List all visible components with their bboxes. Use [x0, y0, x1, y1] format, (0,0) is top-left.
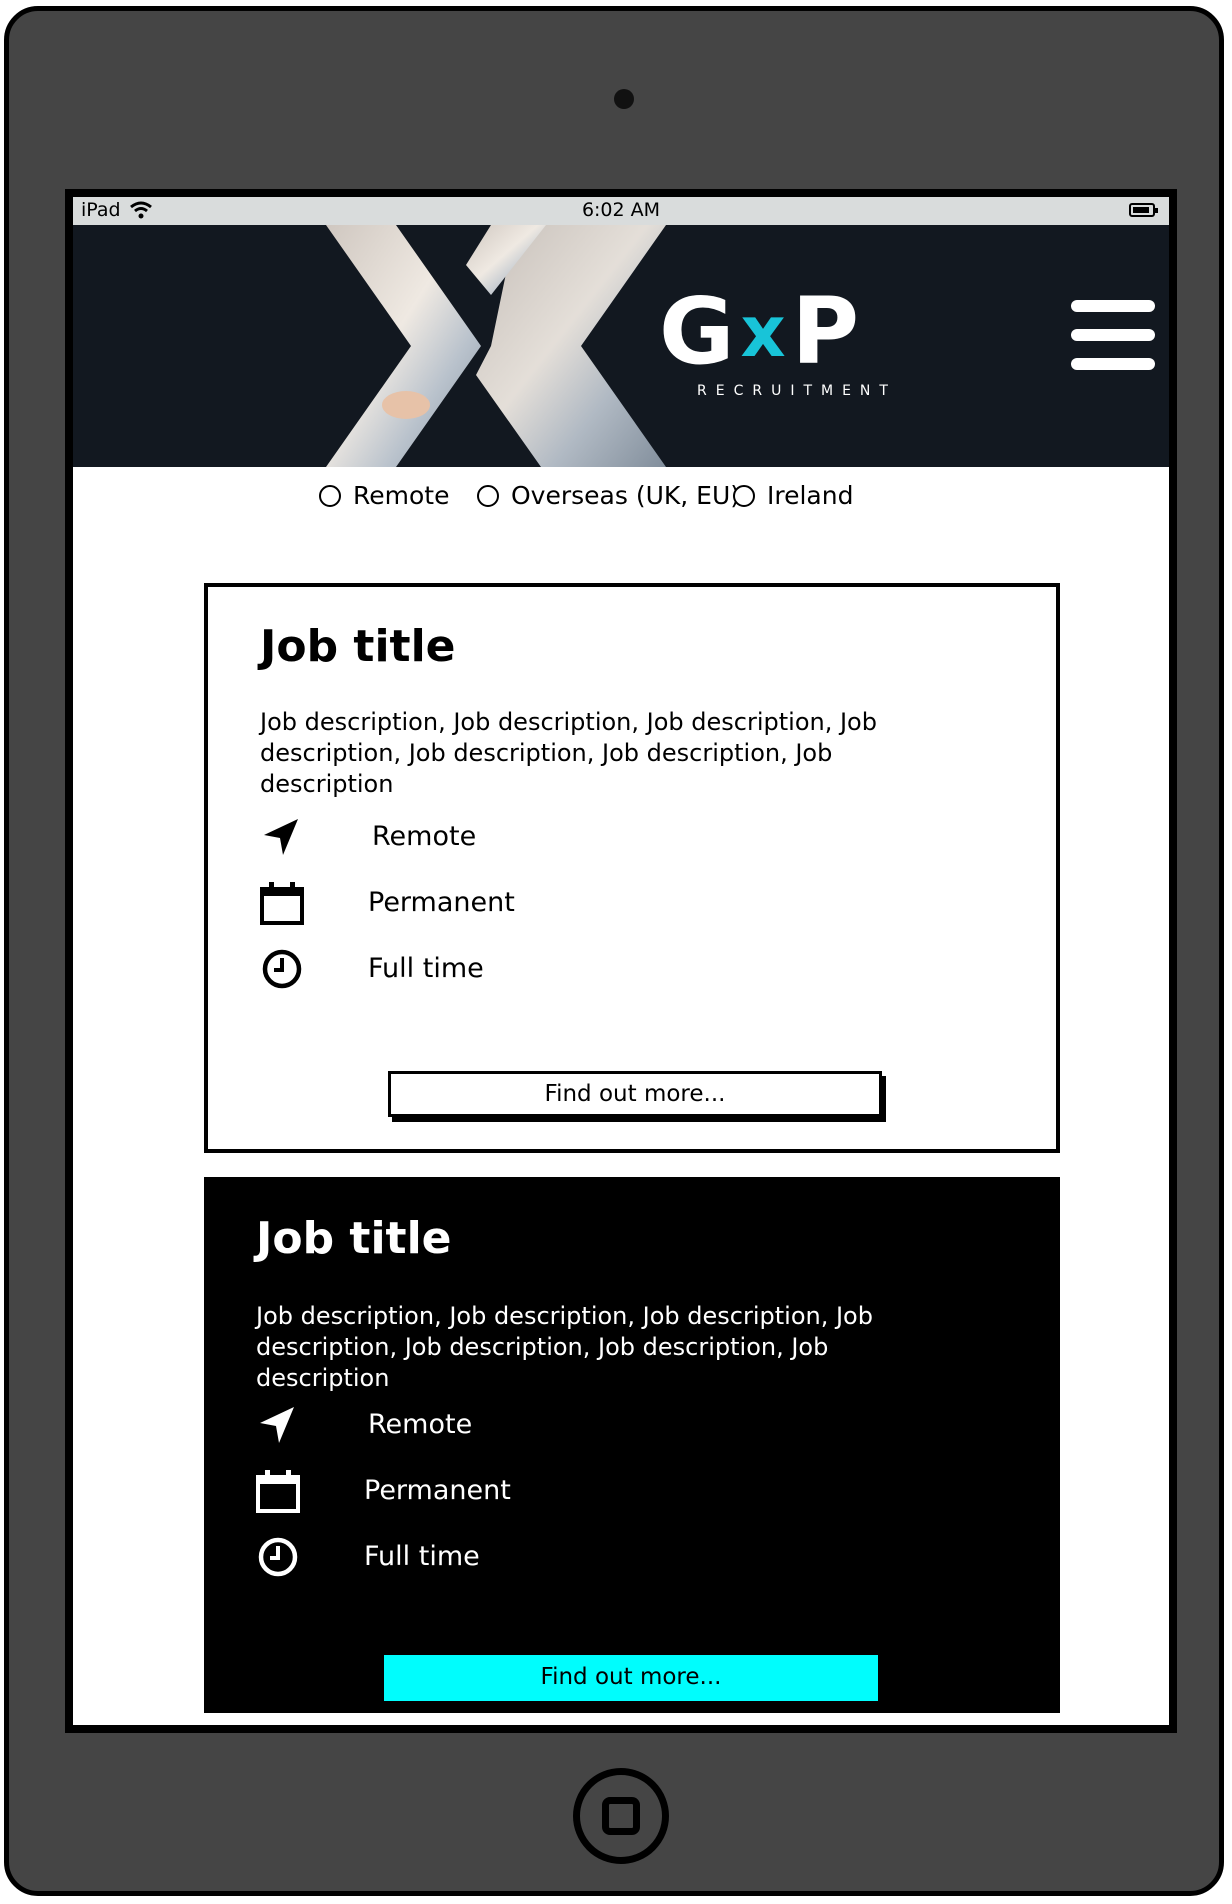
hours-label: Full time: [368, 953, 484, 984]
filter-overseas[interactable]: Overseas (UK, EU): [477, 481, 740, 510]
camera: [614, 89, 634, 109]
job-contract: Permanent: [258, 879, 758, 929]
contract-label: Permanent: [368, 887, 515, 918]
location-arrow-icon: [260, 1407, 294, 1443]
filter-label: Overseas (UK, EU): [511, 481, 741, 510]
radio-remote[interactable]: [319, 484, 341, 507]
hero-photo-x-shape: [326, 225, 666, 467]
contract-label: Permanent: [364, 1475, 511, 1506]
filter-label: Ireland: [767, 481, 854, 510]
clock-icon: [262, 949, 302, 989]
location-filters: Remote Overseas (UK, EU) Ireland: [73, 465, 1169, 525]
filter-ireland[interactable]: Ireland: [733, 481, 853, 510]
ipad-frame: iPad 6:02 AM G x P RECRUITMENT Remote Ov…: [4, 6, 1224, 1896]
radio-ireland[interactable]: [733, 484, 755, 507]
logo-subtitle: RECRUITMENT: [697, 383, 897, 399]
job-contract: Permanent: [254, 1467, 754, 1517]
job-location: Remote: [258, 813, 758, 863]
filter-label: Remote: [353, 481, 450, 510]
location-arrow-icon: [264, 819, 298, 855]
job-card: Job title Job description, Job descripti…: [204, 583, 1060, 1153]
logo-letter-g: G: [659, 278, 737, 385]
find-out-more-button[interactable]: Find out more...: [388, 1071, 882, 1117]
filter-remote[interactable]: Remote: [319, 481, 449, 510]
logo-mark: G x P: [659, 278, 929, 385]
calendar-icon: [256, 1470, 300, 1513]
status-time: 6:02 AM: [581, 199, 661, 221]
job-card-highlighted: Job title Job description, Job descripti…: [204, 1177, 1060, 1713]
job-description: Job description, Job description, Job de…: [256, 1302, 873, 1392]
radio-overseas[interactable]: [477, 484, 499, 507]
screen: iPad 6:02 AM G x P RECRUITMENT Remote Ov…: [65, 189, 1177, 1733]
job-hours: Full time: [254, 1533, 754, 1583]
hamburger-icon[interactable]: [1071, 300, 1155, 370]
job-description: Job description, Job description, Job de…: [260, 708, 877, 798]
location-label: Remote: [368, 1409, 473, 1440]
logo-letter-p: P: [791, 278, 862, 385]
calendar-icon: [260, 882, 304, 925]
status-bar: iPad 6:02 AM: [73, 197, 1169, 225]
job-hours: Full time: [258, 945, 758, 995]
gxp-logo[interactable]: G x P RECRUITMENT: [659, 278, 929, 407]
job-title: Job title: [260, 621, 456, 672]
job-location: Remote: [254, 1401, 754, 1451]
hours-label: Full time: [364, 1541, 480, 1572]
battery-icon: [1129, 203, 1158, 217]
job-title: Job title: [256, 1213, 452, 1264]
location-label: Remote: [372, 821, 477, 852]
site-header: G x P RECRUITMENT: [73, 225, 1169, 467]
logo-letter-x: x: [740, 291, 788, 373]
find-out-more-button[interactable]: Find out more...: [384, 1655, 878, 1701]
clock-icon: [258, 1537, 298, 1577]
home-button[interactable]: [573, 1768, 669, 1864]
